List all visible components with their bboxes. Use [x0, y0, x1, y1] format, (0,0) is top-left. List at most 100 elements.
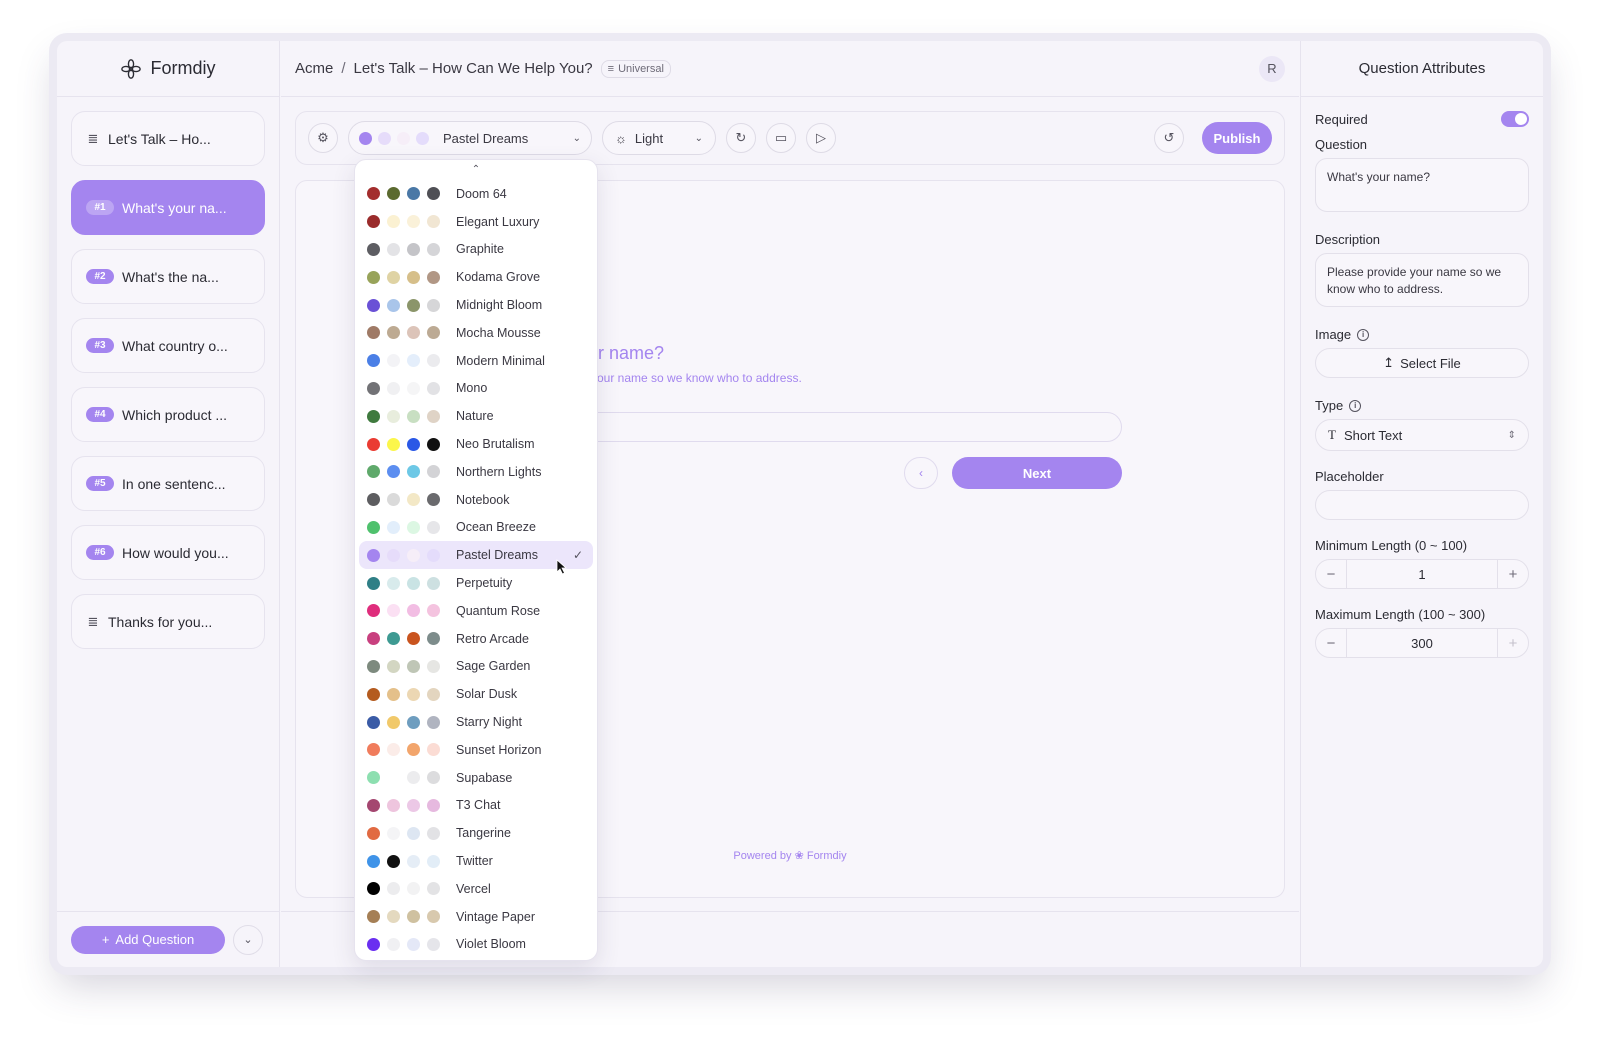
history-button[interactable]: ↺	[1154, 123, 1184, 153]
theme-swatch	[407, 798, 420, 812]
theme-option[interactable]: Elegant Luxury	[359, 208, 593, 236]
avatar[interactable]: R	[1259, 55, 1285, 82]
theme-swatch	[387, 632, 400, 646]
theme-option[interactable]: Violet Bloom	[359, 931, 593, 959]
preview-button[interactable]: ▷	[806, 123, 836, 153]
increment-button[interactable]: +	[1498, 635, 1528, 652]
add-question-menu-button[interactable]: ⌄	[233, 924, 263, 955]
theme-option[interactable]: Midnight Bloom	[359, 291, 593, 319]
theme-swatch	[367, 326, 380, 340]
theme-option[interactable]: Notebook	[359, 486, 593, 514]
app-logo[interactable]: Formdiy	[57, 41, 279, 97]
increment-button[interactable]: +	[1498, 566, 1528, 583]
placeholder-field[interactable]	[1315, 490, 1529, 520]
theme-option[interactable]: T3 Chat	[359, 792, 593, 820]
theme-option[interactable]: Nature	[359, 402, 593, 430]
theme-option[interactable]: Ocean Breeze	[359, 514, 593, 542]
theme-option-label: Tangerine	[456, 826, 511, 841]
question-field[interactable]: What's your name?	[1315, 158, 1529, 212]
theme-option[interactable]: Quantum Rose	[359, 597, 593, 625]
theme-option[interactable]: Starry Night	[359, 708, 593, 736]
theme-option[interactable]: Northern Lights	[359, 458, 593, 486]
theme-option[interactable]: Vintage Paper	[359, 903, 593, 931]
theme-option[interactable]: Vercel	[359, 875, 593, 903]
breadcrumb-form[interactable]: Let's Talk – How Can We Help You?	[354, 60, 593, 77]
decrement-button[interactable]: −	[1316, 635, 1346, 652]
type-select[interactable]: T Short Text ⇕	[1315, 419, 1529, 451]
required-label: Required	[1315, 111, 1368, 127]
theme-option[interactable]: Doom 64	[359, 180, 593, 208]
info-icon[interactable]: i	[1349, 399, 1362, 412]
theme-option[interactable]: Graphite	[359, 236, 593, 264]
theme-swatch	[387, 826, 400, 840]
sidebar-question-item[interactable]: #3 What country o...	[71, 318, 265, 373]
theme-option[interactable]: Neo Brutalism	[359, 430, 593, 458]
theme-option[interactable]: Mono	[359, 375, 593, 403]
min-length-value[interactable]: 1	[1346, 560, 1498, 588]
theme-swatch	[427, 493, 440, 507]
theme-option-label: Neo Brutalism	[456, 437, 535, 452]
question-number-badge: #6	[86, 545, 114, 560]
publish-button[interactable]: Publish	[1202, 122, 1272, 154]
preview-next-button[interactable]: Next	[952, 457, 1122, 489]
max-length-value[interactable]: 300	[1346, 629, 1498, 657]
theme-option[interactable]: Supabase	[359, 764, 593, 792]
settings-button[interactable]: ⚙	[308, 123, 338, 153]
add-question-button[interactable]: + Add Question	[71, 925, 225, 954]
sidebar-question-item[interactable]: #2 What's the na...	[71, 249, 265, 304]
flower-logo-icon	[121, 58, 142, 79]
powered-by-brand: Formdiy	[806, 850, 847, 862]
sidebar-question-item[interactable]: ≣ Let's Talk – Ho...	[71, 111, 265, 166]
sidebar-question-item[interactable]: #6 How would you...	[71, 525, 265, 580]
scope-label: Universal	[618, 62, 664, 75]
min-length-stepper: − 1 +	[1315, 559, 1529, 589]
required-toggle[interactable]	[1501, 111, 1529, 127]
question-item-label: What's the na...	[122, 268, 219, 285]
placeholder-label: Placeholder	[1315, 469, 1384, 484]
theme-option[interactable]: Sage Garden	[359, 653, 593, 681]
theme-swatch	[427, 520, 440, 534]
info-icon[interactable]: i	[1357, 328, 1370, 341]
theme-option[interactable]: Sunset Horizon	[359, 736, 593, 764]
theme-swatch	[387, 604, 400, 618]
theme-select[interactable]: Pastel Dreams ⌄	[348, 121, 592, 155]
theme-swatch	[427, 715, 440, 729]
theme-swatch	[407, 937, 420, 951]
theme-swatch	[367, 187, 380, 201]
device-preview-button[interactable]: ▭	[766, 123, 796, 153]
scroll-up-icon[interactable]: ⌃	[359, 160, 593, 180]
theme-option[interactable]: Mocha Mousse	[359, 319, 593, 347]
sidebar-question-item[interactable]: #1 What's your na...	[71, 180, 265, 235]
theme-option[interactable]: Solar Dusk	[359, 680, 593, 708]
attributes-body: Required Question What's your name? Desc…	[1301, 97, 1543, 670]
theme-swatch	[416, 131, 429, 145]
app-name: Formdiy	[150, 58, 216, 78]
sidebar-question-item[interactable]: #4 Which product ...	[71, 387, 265, 442]
theme-option-label: Vintage Paper	[456, 909, 535, 924]
logic-button[interactable]: ↻	[726, 123, 756, 153]
sidebar-question-item[interactable]: #5 In one sentenc...	[71, 456, 265, 511]
theme-swatch	[367, 771, 380, 785]
theme-option-label: T3 Chat	[456, 798, 501, 813]
theme-option[interactable]: Retro Arcade	[359, 625, 593, 653]
theme-swatch	[427, 687, 440, 701]
theme-swatch	[407, 520, 420, 534]
theme-swatch	[407, 354, 420, 368]
select-file-button[interactable]: ↥ Select File	[1315, 348, 1529, 378]
theme-swatch	[367, 242, 380, 256]
theme-option[interactable]: Twitter	[359, 847, 593, 875]
theme-swatch	[407, 604, 420, 618]
preview-back-button[interactable]: ‹	[904, 457, 938, 489]
breadcrumb-org[interactable]: Acme	[295, 60, 333, 77]
decrement-button[interactable]: −	[1316, 566, 1346, 583]
theme-option[interactable]: Kodama Grove	[359, 263, 593, 291]
theme-swatch	[367, 298, 380, 312]
theme-swatch	[367, 493, 380, 507]
description-field[interactable]: Please provide your name so we know who …	[1315, 253, 1529, 307]
theme-option[interactable]: Tangerine	[359, 819, 593, 847]
theme-option[interactable]: Modern Minimal	[359, 347, 593, 375]
theme-option-label: Pastel Dreams	[456, 548, 538, 563]
sidebar-question-item[interactable]: ≣ Thanks for you...	[71, 594, 265, 649]
theme-swatch	[387, 882, 400, 896]
mode-select[interactable]: ☼ Light ⌄	[602, 121, 716, 155]
